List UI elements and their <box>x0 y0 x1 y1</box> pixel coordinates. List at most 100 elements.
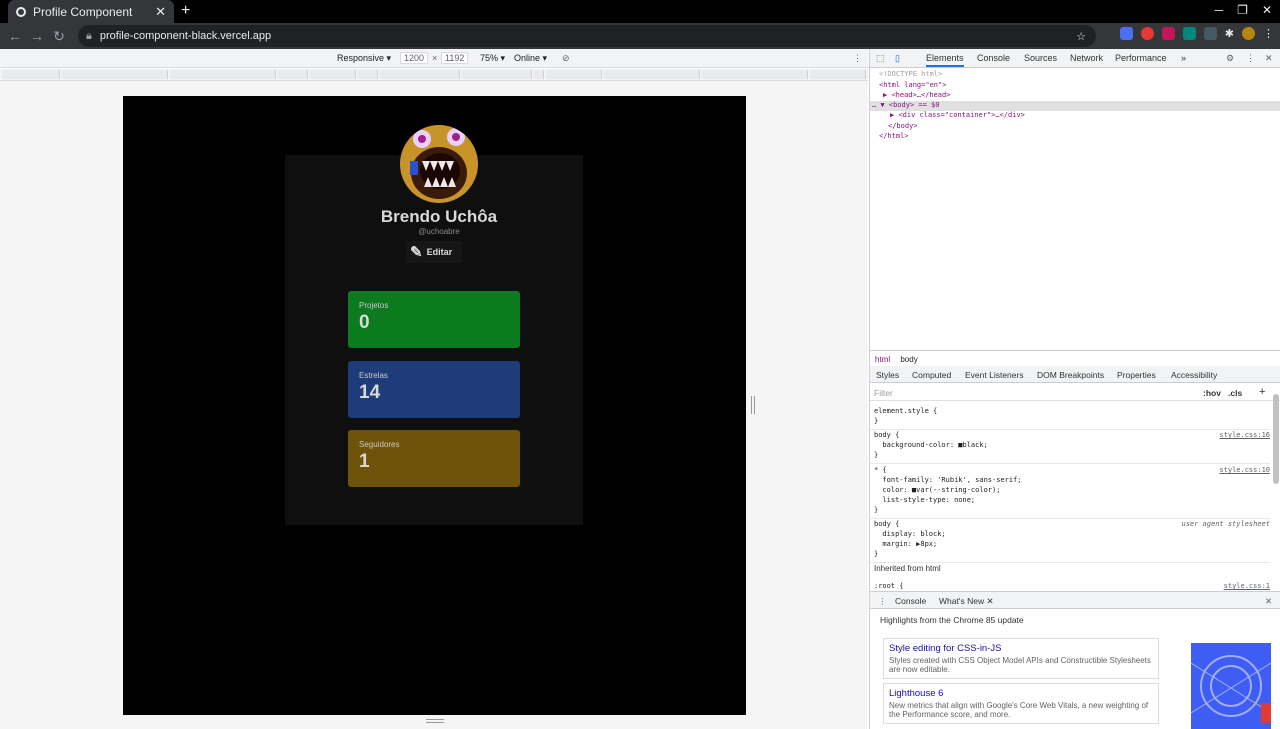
bookmark-star-icon[interactable]: ☆ <box>1076 30 1086 43</box>
tab-event-listeners[interactable]: Event Listeners <box>965 370 1024 380</box>
stat-value: 14 <box>359 382 381 403</box>
inspect-icon[interactable]: ⬚ <box>876 53 885 64</box>
extension-icon[interactable] <box>1203 27 1217 40</box>
device-mode-label: Responsive <box>337 53 385 63</box>
height-input[interactable]: 1192 <box>441 52 469 64</box>
tab-performance[interactable]: Performance <box>1115 53 1167 63</box>
rotate-icon[interactable]: ⊘ <box>562 53 570 64</box>
media-query-ruler[interactable] <box>0 69 868 81</box>
resize-handle-bottom[interactable] <box>426 719 444 723</box>
width-input[interactable]: 1200 <box>400 52 429 64</box>
address-bar[interactable]: 🔒︎ profile-component-black.vercel.app ☆ <box>78 25 1096 47</box>
news-title: Lighthouse 6 <box>889 688 944 699</box>
drawer-tab-console[interactable]: Console <box>895 596 926 606</box>
globe-icon <box>16 6 26 17</box>
filter-placeholder: Filter <box>874 388 893 398</box>
rule-source-link[interactable]: style.css:10 <box>1219 465 1270 475</box>
add-rule-icon[interactable]: + <box>1259 386 1265 398</box>
network-label: Online <box>514 53 541 63</box>
device-mode-select[interactable]: Responsive ▾ <box>337 53 391 64</box>
close-tab-icon[interactable]: ✕ <box>986 596 993 606</box>
tab-sources[interactable]: Sources <box>1024 53 1057 63</box>
resize-handle-right[interactable] <box>751 396 755 414</box>
extension-icon[interactable] <box>1161 27 1175 40</box>
news-item[interactable]: Style editing for CSS-in-JS Styles creat… <box>883 638 1159 679</box>
styles-filter-input[interactable]: Filter :hov .cls + <box>870 384 1280 401</box>
device-toolbar: Responsive ▾ 1200 × 1192 75% ▾ Online ▾ … <box>0 49 868 68</box>
adblock-extension-icon[interactable] <box>1140 27 1154 40</box>
tab-styles[interactable]: Styles <box>876 370 899 380</box>
tab-accessibility[interactable]: Accessibility <box>1171 370 1217 380</box>
zoom-label: 75% <box>480 53 499 63</box>
dom-container-div[interactable]: ▶ <div class="container">…</div> <box>890 111 1025 119</box>
style-rule[interactable]: * { font-family: 'Rubik', sans-serif; co… <box>870 462 1270 519</box>
style-rule[interactable]: body { display: block; margin: ▶8px; } us… <box>870 516 1270 563</box>
drawer-tab-whats-new[interactable]: What's New ✕ <box>939 596 994 607</box>
promo-image <box>1191 643 1271 729</box>
close-window-icon[interactable]: ✕ <box>1262 3 1272 17</box>
minimize-icon[interactable]: ─ <box>1215 3 1224 17</box>
more-tabs-icon[interactable]: » <box>1181 53 1186 63</box>
dom-doctype[interactable]: <!DOCTYPE html> <box>879 70 942 78</box>
new-tab-button[interactable]: + <box>181 2 190 20</box>
forward-icon[interactable]: → <box>26 28 48 44</box>
rule-text: * { font-family: 'Rubik', sans-serif; co… <box>874 466 1022 514</box>
close-tab-icon[interactable]: ✕ <box>155 4 166 20</box>
device-menu-icon[interactable]: ⋮ <box>853 53 862 64</box>
extension-icon[interactable] <box>1182 27 1196 40</box>
dom-html-open[interactable]: <html lang="en"> <box>879 81 946 89</box>
dom-html-close[interactable]: </html> <box>879 132 909 140</box>
tab-console[interactable]: Console <box>977 53 1010 63</box>
browser-toolbar: ← → ↻ 🔒︎ profile-component-black.vercel.… <box>0 23 1280 49</box>
styles-scrollbar[interactable] <box>1273 394 1279 484</box>
styles-subtabs: Styles Computed Event Listeners DOM Brea… <box>870 366 1280 383</box>
dom-body-open[interactable]: … ▼ <body> == $0 <box>872 101 939 109</box>
zoom-select[interactable]: 75% ▾ <box>480 53 505 64</box>
devtools-menu-icon[interactable]: ⋮ <box>1246 53 1255 64</box>
edit-profile-button[interactable]: ✎ Editar <box>406 241 462 263</box>
edit-label: Editar <box>426 247 453 257</box>
drawer-menu-icon[interactable]: ⋮ <box>878 596 887 607</box>
tab-dom-breakpoints[interactable]: DOM Breakpoints <box>1037 370 1104 380</box>
profile-avatar-image <box>400 125 478 203</box>
stat-card-projects: Projetos 0 <box>348 291 520 348</box>
close-devtools-icon[interactable]: ✕ <box>1265 53 1273 64</box>
window-controls: ─ ❐ ✕ <box>1215 3 1272 17</box>
puzzle-icon[interactable]: ✱ <box>1225 27 1234 40</box>
dom-body-close[interactable]: </body> <box>888 122 918 130</box>
breadcrumb-html[interactable]: html <box>875 355 890 364</box>
cls-button[interactable]: .cls <box>1228 388 1242 398</box>
tab-computed[interactable]: Computed <box>912 370 951 380</box>
dom-head[interactable]: ▶ <head>…</head> <box>883 91 950 99</box>
tab-properties[interactable]: Properties <box>1117 370 1156 380</box>
devtools-panel: ⬚ ▯ Elements Console Sources Network Per… <box>869 49 1280 729</box>
stat-label: Estrelas <box>359 371 388 380</box>
device-toggle-icon[interactable]: ▯ <box>895 53 900 64</box>
rule-source-link[interactable]: style.css:1 <box>1224 581 1270 591</box>
tab-elements[interactable]: Elements <box>926 53 964 67</box>
menu-dots-icon[interactable]: ⋮ <box>1263 27 1274 40</box>
network-select[interactable]: Online ▾ <box>514 53 547 64</box>
rule-text: body { display: block; margin: ▶8px; } <box>874 520 946 558</box>
translate-extension-icon[interactable] <box>1119 27 1133 40</box>
style-rule[interactable]: element.style { } <box>870 403 1270 430</box>
profile-avatar[interactable] <box>1242 27 1255 40</box>
style-rule[interactable]: body { background-color: ■black; } style.… <box>870 427 1270 464</box>
rule-source-link[interactable]: style.css:16 <box>1219 430 1270 440</box>
stat-label: Projetos <box>359 301 389 310</box>
dom-body-text: <body> == $0 <box>888 101 940 109</box>
news-desc: New metrics that align with Google's Cor… <box>889 701 1149 719</box>
browser-tab[interactable]: Profile Component ✕ <box>8 0 174 23</box>
hov-button[interactable]: :hov <box>1203 388 1221 398</box>
close-drawer-icon[interactable]: ✕ <box>1265 596 1272 607</box>
settings-icon[interactable]: ⚙ <box>1226 53 1234 64</box>
rule-text: body { background-color: ■black; } <box>874 431 988 459</box>
news-item[interactable]: Lighthouse 6 New metrics that align with… <box>883 683 1159 724</box>
tab-network[interactable]: Network <box>1070 53 1103 63</box>
stat-value: 0 <box>359 312 370 333</box>
reload-icon[interactable]: ↻ <box>48 28 70 45</box>
profile-name: Brendo Uchôa <box>380 207 498 226</box>
maximize-icon[interactable]: ❐ <box>1237 3 1248 17</box>
breadcrumb-body[interactable]: body <box>900 355 917 364</box>
back-icon[interactable]: ← <box>4 28 26 44</box>
